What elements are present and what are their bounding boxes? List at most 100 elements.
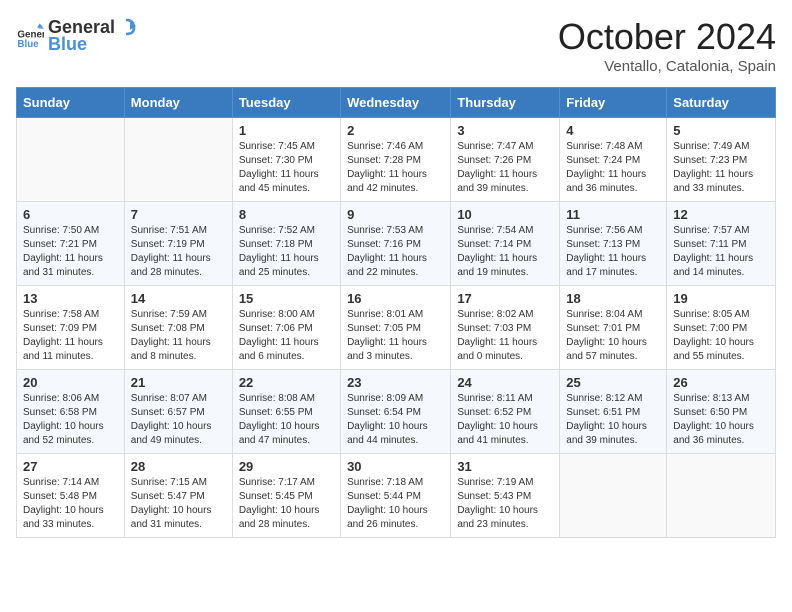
calendar-cell [560,454,667,538]
day-number: 21 [131,375,226,390]
calendar-cell: 22Sunrise: 8:08 AMSunset: 6:55 PMDayligh… [232,370,340,454]
day-detail: Sunrise: 7:18 AMSunset: 5:44 PMDaylight:… [347,476,444,532]
day-detail: Sunrise: 8:04 AMSunset: 7:01 PMDaylight:… [566,308,660,364]
day-detail: Sunrise: 7:56 AMSunset: 7:13 PMDaylight:… [566,224,660,280]
calendar-cell: 26Sunrise: 8:13 AMSunset: 6:50 PMDayligh… [667,370,776,454]
day-detail: Sunrise: 7:46 AMSunset: 7:28 PMDaylight:… [347,140,444,196]
day-number: 25 [566,375,660,390]
calendar-cell: 11 Sunrise: 7:56 AMSunset: 7:13 PMDayligh… [560,202,667,286]
calendar-cell: 23 Sunrise: 8:09 AMSunset: 6:54 PMDayligh… [341,370,451,454]
day-detail: Sunrise: 8:09 AMSunset: 6:54 PMDaylight:… [347,392,444,448]
title-block: October 2024 Ventallo, Catalonia, Spain [558,16,776,75]
day-detail: Sunrise: 7:51 AMSunset: 7:19 PMDaylight:… [131,224,226,280]
day-detail: Sunrise: 7:14 AMSunset: 5:48 PMDaylight:… [23,476,118,532]
calendar-cell: 17Sunrise: 8:02 AMSunset: 7:03 PMDayligh… [451,286,560,370]
day-number: 1 [239,123,334,138]
calendar-cell: 24Sunrise: 8:11 AMSunset: 6:52 PMDayligh… [451,370,560,454]
weekday-header-wednesday: Wednesday [341,88,451,118]
day-number: 16 [347,291,444,306]
day-detail: Sunrise: 8:06 AMSunset: 6:58 PMDaylight:… [23,392,118,448]
calendar-cell: 12Sunrise: 7:57 AMSunset: 7:11 PMDayligh… [667,202,776,286]
day-detail: Sunrise: 7:49 AMSunset: 7:23 PMDaylight:… [673,140,769,196]
day-number: 22 [239,375,334,390]
calendar-cell: 8 Sunrise: 7:52 AMSunset: 7:18 PMDaylight… [232,202,340,286]
day-number: 20 [23,375,118,390]
weekday-header-thursday: Thursday [451,88,560,118]
calendar-cell: 21 Sunrise: 8:07 AMSunset: 6:57 PMDayligh… [124,370,232,454]
day-number: 8 [239,207,334,222]
calendar-header-row: SundayMondayTuesdayWednesdayThursdayFrid… [17,88,776,118]
calendar-cell: 27 Sunrise: 7:14 AMSunset: 5:48 PMDayligh… [17,454,125,538]
day-detail: Sunrise: 7:17 AMSunset: 5:45 PMDaylight:… [239,476,334,532]
svg-text:Blue: Blue [17,39,39,50]
calendar-cell: 2 Sunrise: 7:46 AMSunset: 7:28 PMDaylight… [341,118,451,202]
calendar-cell: 25 Sunrise: 8:12 AMSunset: 6:51 PMDayligh… [560,370,667,454]
day-number: 6 [23,207,118,222]
weekday-header-friday: Friday [560,88,667,118]
day-number: 15 [239,291,334,306]
calendar-table: SundayMondayTuesdayWednesdayThursdayFrid… [16,87,776,538]
calendar-cell: 1 Sunrise: 7:45 AMSunset: 7:30 PMDaylight… [232,118,340,202]
day-number: 27 [23,459,118,474]
day-number: 10 [457,207,553,222]
calendar-cell: 20 Sunrise: 8:06 AMSunset: 6:58 PMDayligh… [17,370,125,454]
calendar-week-row: 6 Sunrise: 7:50 AMSunset: 7:21 PMDaylight… [17,202,776,286]
calendar-cell: 5 Sunrise: 7:49 AMSunset: 7:23 PMDaylight… [667,118,776,202]
day-detail: Sunrise: 8:07 AMSunset: 6:57 PMDaylight:… [131,392,226,448]
calendar-cell: 16Sunrise: 8:01 AMSunset: 7:05 PMDayligh… [341,286,451,370]
day-detail: Sunrise: 7:59 AMSunset: 7:08 PMDaylight:… [131,308,226,364]
weekday-header-tuesday: Tuesday [232,88,340,118]
calendar-cell: 19 Sunrise: 8:05 AMSunset: 7:00 PMDayligh… [667,286,776,370]
calendar-week-row: 13Sunrise: 7:58 AMSunset: 7:09 PMDayligh… [17,286,776,370]
calendar-cell: 18 Sunrise: 8:04 AMSunset: 7:01 PMDayligh… [560,286,667,370]
calendar-cell [17,118,125,202]
calendar-cell: 14 Sunrise: 7:59 AMSunset: 7:08 PMDayligh… [124,286,232,370]
day-number: 19 [673,291,769,306]
day-detail: Sunrise: 7:50 AMSunset: 7:21 PMDaylight:… [23,224,118,280]
day-number: 5 [673,123,769,138]
day-detail: Sunrise: 8:12 AMSunset: 6:51 PMDaylight:… [566,392,660,448]
day-detail: Sunrise: 7:54 AMSunset: 7:14 PMDaylight:… [457,224,553,280]
day-number: 11 [566,207,660,222]
weekday-header-saturday: Saturday [667,88,776,118]
calendar-cell: 29Sunrise: 7:17 AMSunset: 5:45 PMDayligh… [232,454,340,538]
day-detail: Sunrise: 7:19 AMSunset: 5:43 PMDaylight:… [457,476,553,532]
day-detail: Sunrise: 7:45 AMSunset: 7:30 PMDaylight:… [239,140,334,196]
day-number: 31 [457,459,553,474]
day-detail: Sunrise: 7:57 AMSunset: 7:11 PMDaylight:… [673,224,769,280]
calendar-cell: 30 Sunrise: 7:18 AMSunset: 5:44 PMDayligh… [341,454,451,538]
calendar-cell: 9Sunrise: 7:53 AMSunset: 7:16 PMDaylight… [341,202,451,286]
calendar-week-row: 1 Sunrise: 7:45 AMSunset: 7:30 PMDaylight… [17,118,776,202]
day-number: 28 [131,459,226,474]
day-number: 30 [347,459,444,474]
day-number: 7 [131,207,226,222]
calendar-cell: 7 Sunrise: 7:51 AMSunset: 7:19 PMDaylight… [124,202,232,286]
day-detail: Sunrise: 8:13 AMSunset: 6:50 PMDaylight:… [673,392,769,448]
calendar-week-row: 20 Sunrise: 8:06 AMSunset: 6:58 PMDayligh… [17,370,776,454]
logo: General Blue General Blue [16,16,139,55]
day-number: 9 [347,207,444,222]
day-number: 18 [566,291,660,306]
day-detail: Sunrise: 8:05 AMSunset: 7:00 PMDaylight:… [673,308,769,364]
day-detail: Sunrise: 7:52 AMSunset: 7:18 PMDaylight:… [239,224,334,280]
day-detail: Sunrise: 8:00 AMSunset: 7:06 PMDaylight:… [239,308,334,364]
day-number: 2 [347,123,444,138]
calendar-cell [667,454,776,538]
calendar-cell: 13Sunrise: 7:58 AMSunset: 7:09 PMDayligh… [17,286,125,370]
day-number: 23 [347,375,444,390]
calendar-cell: 4Sunrise: 7:48 AMSunset: 7:24 PMDaylight… [560,118,667,202]
weekday-header-monday: Monday [124,88,232,118]
day-detail: Sunrise: 8:11 AMSunset: 6:52 PMDaylight:… [457,392,553,448]
calendar-cell: 31 Sunrise: 7:19 AMSunset: 5:43 PMDayligh… [451,454,560,538]
day-number: 14 [131,291,226,306]
day-number: 3 [457,123,553,138]
calendar-cell: 6 Sunrise: 7:50 AMSunset: 7:21 PMDaylight… [17,202,125,286]
calendar-cell: 10 Sunrise: 7:54 AMSunset: 7:14 PMDayligh… [451,202,560,286]
calendar-week-row: 27 Sunrise: 7:14 AMSunset: 5:48 PMDayligh… [17,454,776,538]
calendar-cell: 3Sunrise: 7:47 AMSunset: 7:26 PMDaylight… [451,118,560,202]
calendar-cell: 28 Sunrise: 7:15 AMSunset: 5:47 PMDayligh… [124,454,232,538]
page-header: General Blue General Blue October 2024 V… [16,16,776,75]
day-detail: Sunrise: 7:15 AMSunset: 5:47 PMDaylight:… [131,476,226,532]
logo-text: General Blue [48,16,139,55]
day-detail: Sunrise: 8:02 AMSunset: 7:03 PMDaylight:… [457,308,553,364]
